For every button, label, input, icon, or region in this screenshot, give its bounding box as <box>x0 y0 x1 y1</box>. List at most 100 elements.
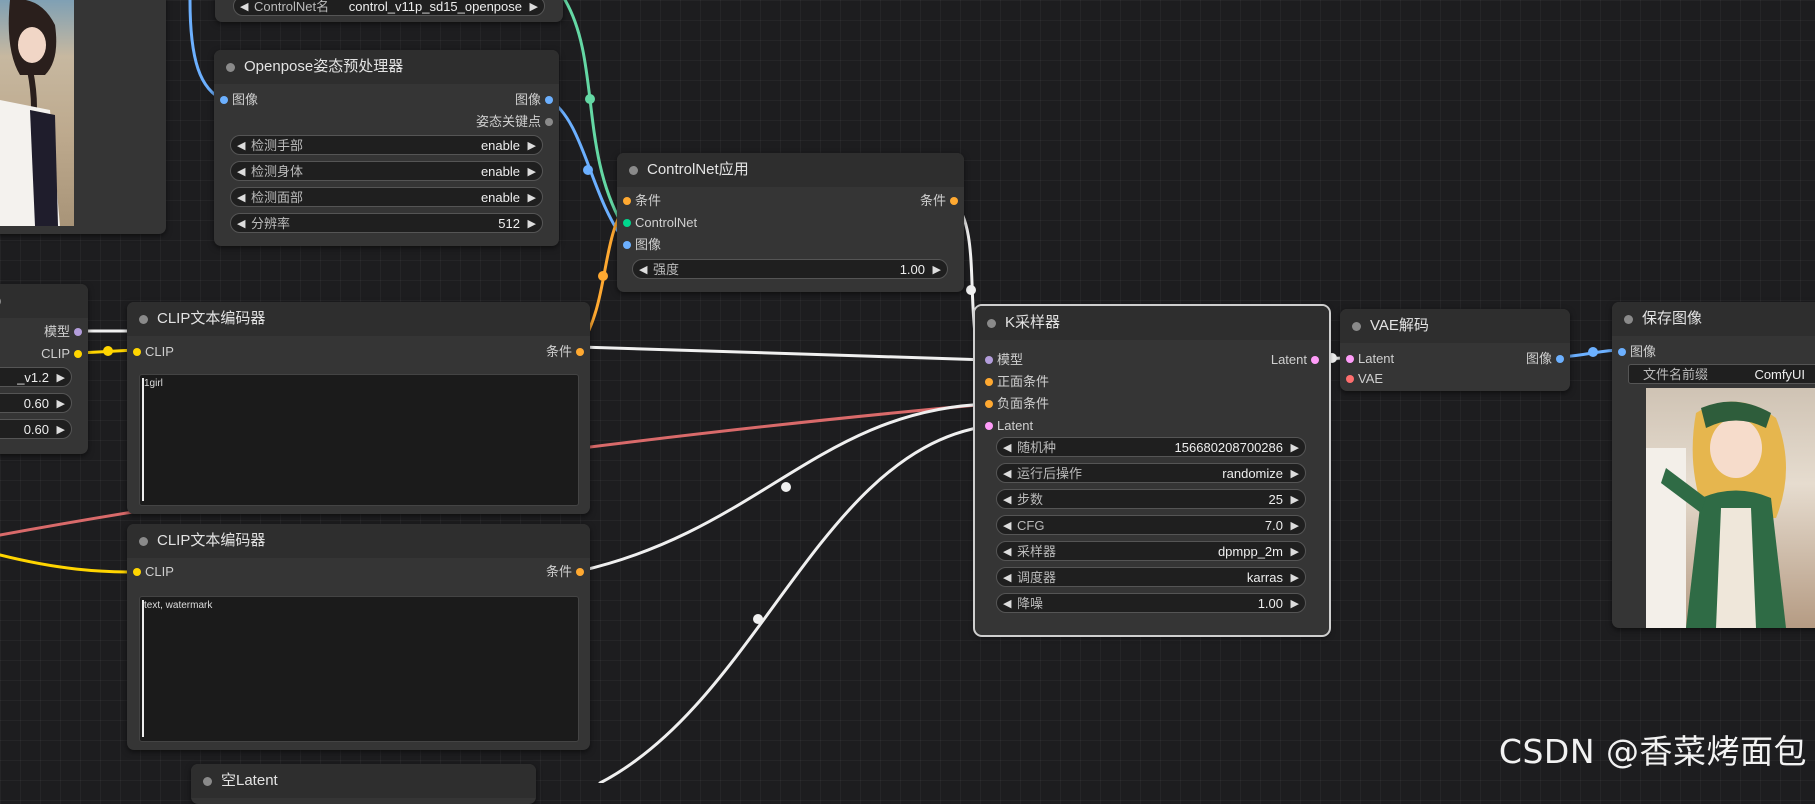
cfg-widget[interactable]: ◀ CFG 7.0 ▶ <box>996 515 1306 535</box>
output-slot-latent[interactable]: Latent <box>1271 352 1319 368</box>
arrow-left-icon[interactable]: ◀ <box>1003 568 1011 588</box>
node-title[interactable]: 空Latent <box>191 764 536 798</box>
slot-dot[interactable] <box>1311 356 1319 364</box>
steps-widget[interactable]: ◀ 步数 25 ▶ <box>996 489 1306 509</box>
output-slot-conditioning[interactable]: 条件 <box>546 344 584 360</box>
arrow-left-icon[interactable]: ◀ <box>1003 542 1011 562</box>
slot-dot[interactable] <box>133 348 141 356</box>
vae-decode-node[interactable]: VAE解码 Latent VAE 图像 <box>1340 309 1570 391</box>
detect-face-widget[interactable]: ◀ 检测面部 enable ▶ <box>230 187 543 207</box>
arrow-right-icon[interactable]: ▶ <box>57 394 65 414</box>
sampler-widget[interactable]: ◀ 采样器 dpmpp_2m ▶ <box>996 541 1306 561</box>
controlnet-apply-node[interactable]: ControlNet应用 条件 ControlNet 图像 条件 ◀ 强度 1.… <box>617 153 964 292</box>
slot-dot[interactable] <box>74 350 82 358</box>
input-slot-latent[interactable]: Latent <box>1346 351 1394 367</box>
node-title[interactable]: 保存图像 <box>1612 302 1815 336</box>
arrow-right-icon[interactable]: ▶ <box>1291 568 1299 588</box>
arrow-right-icon[interactable]: ▶ <box>933 260 941 280</box>
arrow-left-icon[interactable]: ◀ <box>1003 464 1011 484</box>
slot-dot[interactable] <box>1556 355 1564 363</box>
arrow-right-icon[interactable]: ▶ <box>1291 490 1299 510</box>
arrow-left-icon[interactable]: ◀ <box>237 162 245 182</box>
arrow-left-icon[interactable]: ◀ <box>1003 516 1011 536</box>
input-slot-vae[interactable]: VAE <box>1346 371 1383 387</box>
node-title[interactable] <box>0 284 88 318</box>
slot-dot[interactable] <box>985 422 993 430</box>
clip-text-encoder-positive[interactable]: CLIP文本编码器 CLIP 条件 1girl <box>127 302 590 514</box>
node-title[interactable]: CLIP文本编码器 <box>127 524 590 558</box>
input-slot-image[interactable]: 图像 <box>220 92 258 108</box>
arrow-right-icon[interactable]: ▶ <box>528 214 536 234</box>
arrow-left-icon[interactable]: ◀ <box>639 260 647 280</box>
denoise-widget[interactable]: ◀ 降噪 1.00 ▶ <box>996 593 1306 613</box>
node-title[interactable]: VAE解码 <box>1340 309 1570 343</box>
slot-dot[interactable] <box>545 118 553 126</box>
arrow-left-icon[interactable]: ◀ <box>240 0 248 17</box>
arrow-left-icon[interactable]: ◀ <box>1003 490 1011 510</box>
input-slot-conditioning[interactable]: 条件 <box>623 193 661 209</box>
strength-widget[interactable]: ◀ 强度 1.00 ▶ <box>632 259 948 279</box>
clip-strength-widget[interactable]: 0.60 ▶ <box>0 419 72 439</box>
slot-dot[interactable] <box>220 96 228 104</box>
slot-dot[interactable] <box>1346 355 1354 363</box>
arrow-right-icon[interactable]: ▶ <box>1291 464 1299 484</box>
ksampler-node[interactable]: K采样器 模型 正面条件 负面条件 Latent Latent ◀ 随机种 15… <box>973 304 1331 637</box>
detect-body-widget[interactable]: ◀ 检测身体 enable ▶ <box>230 161 543 181</box>
output-slot-model[interactable]: 模型 <box>44 324 82 340</box>
empty-latent-node[interactable]: 空Latent <box>191 764 536 804</box>
arrow-left-icon[interactable]: ◀ <box>237 214 245 234</box>
input-slot-image[interactable]: 图像 <box>1618 344 1656 360</box>
slot-dot[interactable] <box>545 96 553 104</box>
slot-dot[interactable] <box>623 219 631 227</box>
slot-dot[interactable] <box>623 241 631 249</box>
node-title[interactable]: ControlNet应用 <box>617 153 964 187</box>
output-slot-keypoints[interactable]: 姿态关键点 <box>476 114 553 130</box>
controlnet-name-widget[interactable]: ◀ ControlNet名 control_v11p_sd15_openpose… <box>233 0 545 16</box>
scheduler-widget[interactable]: ◀ 调度器 karras ▶ <box>996 567 1306 587</box>
model-strength-widget[interactable]: 0.60 ▶ <box>0 393 72 413</box>
node-title[interactable]: K采样器 <box>975 306 1329 340</box>
seed-widget[interactable]: ◀ 随机种 156680208700286 ▶ <box>996 437 1306 457</box>
arrow-right-icon[interactable]: ▶ <box>528 136 536 156</box>
arrow-right-icon[interactable]: ▶ <box>528 162 536 182</box>
arrow-right-icon[interactable]: ▶ <box>57 420 65 440</box>
prompt-text-area[interactable]: text, watermark <box>139 596 579 742</box>
slot-dot[interactable] <box>985 356 993 364</box>
output-slot-image[interactable]: 图像 <box>1526 351 1564 367</box>
slot-dot[interactable] <box>950 197 958 205</box>
input-slot-negative[interactable]: 负面条件 <box>985 396 1049 412</box>
arrow-left-icon[interactable]: ◀ <box>1003 594 1011 614</box>
save-image-node[interactable]: 保存图像 图像 文件名前缀 ComfyUI <box>1612 302 1815 628</box>
node-title[interactable]: CLIP文本编码器 <box>127 302 590 336</box>
filename-prefix-widget[interactable]: 文件名前缀 ComfyUI <box>1628 364 1815 384</box>
load-image-node[interactable] <box>0 0 166 234</box>
input-slot-controlnet[interactable]: ControlNet <box>623 215 697 231</box>
arrow-right-icon[interactable]: ▶ <box>1291 542 1299 562</box>
arrow-right-icon[interactable]: ▶ <box>528 188 536 208</box>
detect-hand-widget[interactable]: ◀ 检测手部 enable ▶ <box>230 135 543 155</box>
input-slot-latent[interactable]: Latent <box>985 418 1033 434</box>
lora-name-widget[interactable]: _v1.2 ▶ <box>0 367 72 387</box>
arrow-right-icon[interactable]: ▶ <box>1291 438 1299 458</box>
resolution-widget[interactable]: ◀ 分辨率 512 ▶ <box>230 213 543 233</box>
output-slot-conditioning[interactable]: 条件 <box>920 193 958 209</box>
slot-dot[interactable] <box>985 400 993 408</box>
output-slot-clip[interactable]: CLIP <box>41 346 82 362</box>
slot-dot[interactable] <box>985 378 993 386</box>
clip-text-encoder-negative[interactable]: CLIP文本编码器 CLIP 条件 text, watermark <box>127 524 590 750</box>
input-slot-image[interactable]: 图像 <box>623 237 661 253</box>
arrow-right-icon[interactable]: ▶ <box>530 0 538 17</box>
arrow-left-icon[interactable]: ◀ <box>237 188 245 208</box>
slot-dot[interactable] <box>133 568 141 576</box>
prompt-text-area[interactable]: 1girl <box>139 374 579 506</box>
slot-dot[interactable] <box>623 197 631 205</box>
output-slot-image[interactable]: 图像 <box>515 92 553 108</box>
lora-loader-node[interactable]: 模型 CLIP _v1.2 ▶ 0.60 ▶ 0.60 ▶ <box>0 284 88 454</box>
slot-dot[interactable] <box>576 348 584 356</box>
node-title[interactable]: Openpose姿态预处理器 <box>214 50 559 84</box>
input-slot-clip[interactable]: CLIP <box>133 344 174 360</box>
slot-dot[interactable] <box>576 568 584 576</box>
arrow-right-icon[interactable]: ▶ <box>1291 516 1299 536</box>
output-slot-conditioning[interactable]: 条件 <box>546 564 584 580</box>
control-after-generate-widget[interactable]: ◀ 运行后操作 randomize ▶ <box>996 463 1306 483</box>
